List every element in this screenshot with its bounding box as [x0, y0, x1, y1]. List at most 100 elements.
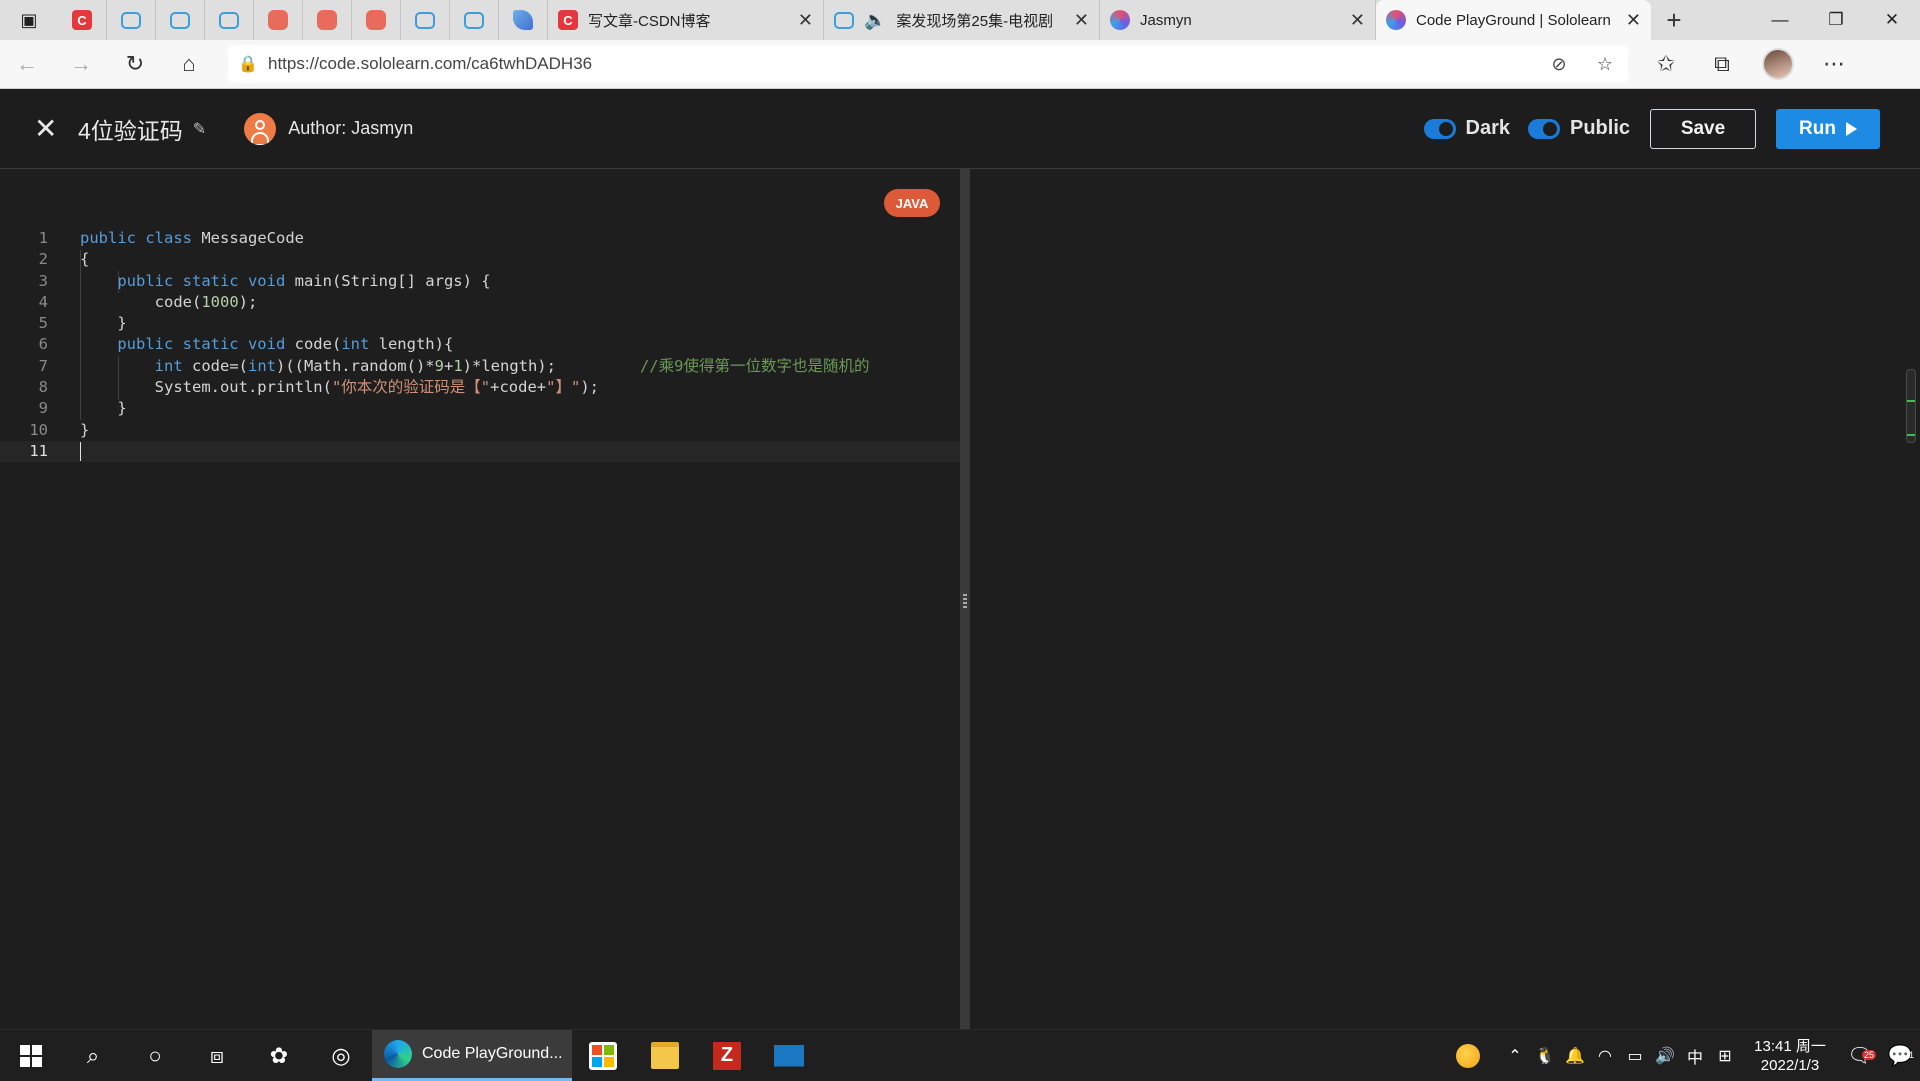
back-button[interactable]: ← [0, 51, 54, 77]
browser-tab[interactable] [156, 0, 205, 40]
pinned-app[interactable]: ✿ [248, 1030, 310, 1081]
keyboard-icon[interactable]: ⊞ [1710, 1046, 1740, 1066]
tab-actions-button[interactable]: ▣ [0, 0, 58, 40]
tab-close-icon[interactable]: ✕ [798, 10, 813, 31]
notifications-button[interactable]: 🗨 25 [1840, 1043, 1880, 1068]
browser-tab[interactable] [499, 0, 548, 40]
settings-menu-button[interactable]: ⋯ [1806, 51, 1862, 77]
lock-icon[interactable]: 🔒 [228, 54, 268, 74]
code-editor[interactable]: JAVA 1 public class MessageCode 2{ 3 publ… [0, 169, 960, 1029]
pinned-app[interactable]: ◎ [310, 1030, 372, 1081]
drag-handle-icon[interactable] [963, 594, 967, 608]
windows-taskbar: ⌕ ○ ⧈ ✿ ◎ Code PlayGround... Z ⌃ 🐧 🔔 ◠ ▭… [0, 1029, 1920, 1081]
forward-button[interactable]: → [54, 51, 108, 77]
code-line[interactable]: 10} [0, 420, 960, 441]
task-view-button[interactable]: ⧈ [186, 1030, 248, 1081]
browser-tab-csdn[interactable]: C 写文章-CSDN博客 ✕ [548, 0, 824, 40]
chevron-up-icon[interactable]: ⌃ [1500, 1046, 1530, 1066]
pinned-filezilla[interactable]: Z [696, 1030, 758, 1081]
browser-tab-jasmyn[interactable]: Jasmyn ✕ [1100, 0, 1376, 40]
pinned-explorer[interactable] [634, 1030, 696, 1081]
browser-tab[interactable] [254, 0, 303, 40]
favorites-icon: ✩ [1656, 51, 1676, 76]
tab-title: Code PlayGround | Sololearn [1416, 11, 1611, 29]
add-favorite-icon[interactable]: ☆ [1582, 54, 1628, 75]
code-line-current[interactable]: 11 [0, 440, 960, 463]
author-name: Author: Jasmyn [288, 118, 414, 138]
code-line[interactable]: 6 public static void code(int length){ [0, 334, 960, 355]
browser-tab-video[interactable]: 🔈 案发现场第25集-电视剧 ✕ [824, 0, 1100, 40]
browser-tab[interactable] [450, 0, 499, 40]
speaker-icon[interactable]: 🔈 [864, 10, 886, 31]
public-toggle[interactable] [1527, 118, 1560, 139]
code-text: public class MessageCode [80, 229, 304, 247]
code-lines[interactable]: 1 public class MessageCode 2{ 3 public st… [0, 228, 960, 463]
clock[interactable]: 13:41 周一 2022/1/3 [1744, 1037, 1836, 1075]
save-button[interactable]: Save [1650, 108, 1756, 149]
tab-title: 案发现场第25集-电视剧 [896, 12, 1054, 30]
url-text[interactable]: https://code.sololearn.com/ca6twhDADH36 [268, 54, 1536, 74]
dark-mode-toggle[interactable] [1423, 118, 1456, 139]
weather-icon[interactable] [1456, 1043, 1480, 1068]
address-bar[interactable]: 🔒 https://code.sololearn.com/ca6twhDADH3… [228, 45, 1628, 83]
code-line[interactable]: 7 int code=(int)((Math.random()*9+1)*len… [0, 356, 960, 377]
browser-tab[interactable] [352, 0, 401, 40]
bilibili-icon [464, 11, 484, 29]
tracking-prevention-icon[interactable]: ⊘ [1536, 54, 1582, 75]
pane-splitter[interactable] [960, 169, 970, 1029]
close-window-icon[interactable]: ✕ [1864, 0, 1920, 40]
tab-close-icon[interactable]: ✕ [1626, 10, 1641, 31]
code-text: code(1000); [80, 292, 258, 311]
pinned-mail[interactable] [758, 1030, 820, 1081]
browser-tab[interactable]: C [58, 0, 107, 40]
code-line[interactable]: 3 public static void main(String[] args)… [0, 271, 960, 292]
dark-mode-label: Dark [1465, 117, 1510, 139]
wifi-icon[interactable]: ◠ [1590, 1046, 1620, 1066]
code-line[interactable]: 8 System.out.println("你本次的验证码是【"+code+"】… [0, 377, 960, 398]
language-badge: JAVA [884, 189, 940, 217]
refresh-icon: ↻ [125, 51, 145, 76]
action-center-button[interactable]: 💬 1 [1880, 1043, 1920, 1068]
cortana-button[interactable]: ○ [124, 1030, 186, 1081]
code-line[interactable]: 2{ [0, 249, 960, 270]
search-button[interactable]: ⌕ [62, 1030, 124, 1081]
browser-tab[interactable] [205, 0, 254, 40]
pencil-icon[interactable]: ✎ [193, 119, 206, 139]
code-line[interactable]: 9 } [0, 398, 960, 419]
csdn-icon: C [72, 10, 92, 30]
scrollbar[interactable] [1906, 369, 1916, 443]
browser-tab[interactable] [401, 0, 450, 40]
home-button[interactable]: ⌂ [162, 51, 216, 77]
start-button[interactable] [0, 1030, 62, 1081]
new-tab-button[interactable]: + [1651, 0, 1697, 40]
tab-actions-icon: ▣ [20, 9, 38, 30]
run-button[interactable]: Run [1776, 108, 1880, 149]
line-number: 2 [38, 250, 48, 269]
browser-tab[interactable] [107, 0, 156, 40]
tab-close-icon[interactable]: ✕ [1074, 10, 1089, 31]
pinned-store[interactable] [572, 1030, 634, 1081]
code-line[interactable]: 4 code(1000); [0, 292, 960, 313]
code-line[interactable]: 1 public class MessageCode [0, 228, 960, 249]
favorites-button[interactable]: ✩ [1638, 51, 1694, 77]
qq-icon[interactable]: 🐧 [1530, 1046, 1560, 1066]
taskbar-edge-app[interactable]: Code PlayGround... [372, 1030, 572, 1081]
restore-icon[interactable]: ❐ [1808, 0, 1864, 40]
collections-button[interactable]: ⧉ [1694, 51, 1750, 77]
minimize-icon[interactable]: — [1752, 0, 1808, 40]
play-icon [1845, 121, 1857, 136]
ime-indicator[interactable]: 中 [1680, 1044, 1710, 1068]
profile-button[interactable] [1750, 48, 1806, 80]
refresh-button[interactable]: ↻ [108, 51, 162, 77]
browser-tab[interactable] [303, 0, 352, 40]
close-icon[interactable]: ✕ [34, 112, 64, 145]
tab-title: 写文章-CSDN博客 [588, 12, 711, 30]
home-icon: ⌂ [182, 51, 196, 76]
author-info[interactable]: Author: Jasmyn [244, 112, 414, 145]
tab-close-icon[interactable]: ✕ [1350, 10, 1365, 31]
bell-icon[interactable]: 🔔 [1560, 1046, 1590, 1066]
code-line[interactable]: 5 } [0, 313, 960, 334]
browser-tab-sololearn[interactable]: Code PlayGround | Sololearn ✕ [1376, 0, 1651, 40]
volume-icon[interactable]: 🔊 [1650, 1046, 1680, 1066]
battery-icon[interactable]: ▭ [1620, 1046, 1650, 1066]
